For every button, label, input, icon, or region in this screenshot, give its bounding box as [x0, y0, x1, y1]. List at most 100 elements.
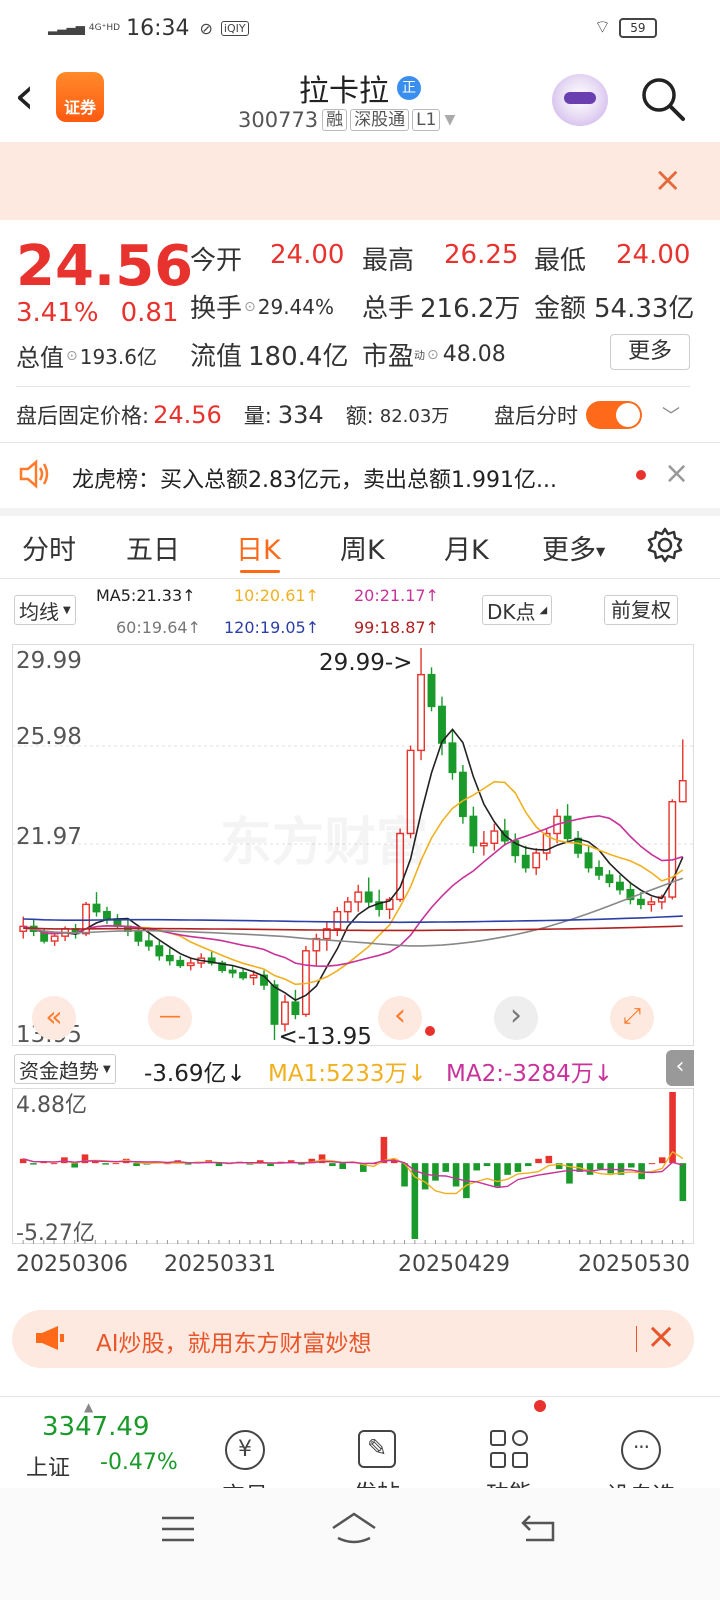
candle-body	[584, 852, 593, 869]
battery-icon: 59	[618, 17, 657, 38]
turnover-cell[interactable]: 换手 ⊙ 29.44%	[190, 288, 334, 325]
low-label: 最低	[534, 246, 587, 276]
fund-bar	[329, 1163, 336, 1167]
float-value: 180.4亿	[248, 342, 349, 372]
ma-selector[interactable]: 均线 ▼	[14, 595, 76, 625]
period-tabs: 分时 五日 日K 周K 月K 更多▼	[0, 526, 720, 573]
tab-intraday[interactable]: 分时	[22, 528, 76, 567]
fund-bar	[514, 1163, 522, 1172]
candle-body	[281, 1001, 289, 1025]
fund-trend-selector[interactable]: 资金趋势 ▼	[14, 1054, 116, 1084]
ma120-value: 120:19.05↑	[224, 618, 320, 637]
fund-bar	[648, 1163, 656, 1165]
stock-code-row[interactable]: 300773 融 深股通 L1 ▼	[238, 108, 455, 132]
tab-weekly-k[interactable]: 周K	[340, 528, 385, 567]
tab-monthly-k[interactable]: 月K	[444, 528, 489, 567]
collapse-panel-button[interactable]: ‹	[666, 1050, 694, 1086]
candle-body	[458, 771, 467, 818]
fund-bar	[421, 1163, 429, 1190]
ad-divider	[636, 1326, 637, 1352]
settings-gear-icon[interactable]	[646, 526, 684, 571]
chart-prev-button[interactable]: «	[32, 996, 76, 1040]
pe-cell[interactable]: 市盈 动 ⊙ 48.08	[362, 336, 506, 373]
candle-body	[595, 867, 603, 876]
dragon-list-text[interactable]: 龙虎榜：买入总额2.83亿元，卖出总额1.991亿...	[72, 462, 622, 494]
tab-more-label: 更多	[542, 535, 596, 566]
divider	[0, 442, 720, 443]
info-icon: ⊙	[66, 347, 78, 364]
divider	[0, 578, 720, 579]
fund-bar	[102, 1163, 109, 1165]
candle-body	[50, 935, 59, 942]
turnover-value: 29.44%	[257, 294, 335, 319]
fund-y-top: 4.88亿	[16, 1093, 87, 1118]
candle-body	[417, 673, 425, 752]
fund-bar	[442, 1163, 450, 1172]
close-icon[interactable]: ×	[664, 456, 689, 491]
candle-body	[521, 854, 530, 869]
fund-bar	[133, 1163, 140, 1167]
candle-body	[186, 962, 195, 967]
chart-zoom-out-button[interactable]: —	[148, 996, 192, 1040]
adjust-selector[interactable]: 前复权	[604, 595, 678, 625]
tab-five-day[interactable]: 五日	[126, 528, 180, 567]
turnover-label: 换手	[190, 294, 243, 324]
ma60-value: 60:19.64↑	[116, 618, 201, 637]
fund-bar	[339, 1163, 346, 1169]
ad-text: AI炒股，就用东方财富妙想	[96, 1331, 372, 1357]
fund-bar	[586, 1163, 594, 1175]
open-value: 24.00	[270, 240, 345, 270]
mcap-label: 总值	[16, 344, 64, 372]
back-nav-icon[interactable]	[520, 1512, 558, 1548]
close-icon[interactable]: ×	[646, 1316, 676, 1357]
chevron-down-icon[interactable]: ﹀	[662, 402, 680, 428]
close-icon[interactable]: ×	[654, 160, 683, 200]
more-dots-icon: ···	[621, 1430, 661, 1470]
mcap-value: 193.6亿	[79, 345, 157, 369]
grid-apps-icon	[490, 1430, 528, 1468]
after-hours-toggle-label: 盘后分时	[494, 404, 578, 428]
fund-bar	[61, 1157, 68, 1164]
price-change: 3.41% 0.81	[16, 298, 179, 328]
chart-expand-button[interactable]: ⤢	[610, 996, 654, 1040]
fund-bar	[494, 1163, 501, 1187]
fund-flow-chart[interactable]: 4.88亿 -5.27亿	[12, 1088, 694, 1244]
y-tick-label: 25.98	[16, 724, 82, 750]
fund-bar	[215, 1163, 223, 1167]
index-name[interactable]: 上证	[26, 1450, 70, 1482]
volume-value: 216.2万	[420, 294, 521, 324]
divider	[0, 1396, 720, 1397]
candle-body	[134, 930, 143, 942]
ai-ad-banner[interactable]: AI炒股，就用东方财富妙想 ×	[12, 1310, 694, 1368]
chart-right-button[interactable]: ›	[494, 996, 538, 1040]
candle-body	[354, 891, 363, 903]
menu-icon[interactable]	[160, 1514, 196, 1548]
tab-more[interactable]: 更多▼	[542, 528, 605, 567]
watermark: 东方财富	[220, 800, 428, 875]
robot-assistant-icon[interactable]	[552, 74, 608, 126]
candle-body	[155, 945, 164, 957]
fund-bar	[597, 1163, 604, 1169]
fund-bar	[545, 1155, 553, 1164]
index-change[interactable]: -0.47%	[100, 1450, 178, 1475]
home-icon[interactable]	[330, 1510, 378, 1550]
after-hours-toggle[interactable]	[586, 401, 642, 429]
search-icon[interactable]	[640, 76, 686, 126]
candle-body	[165, 954, 174, 962]
fund-bar	[504, 1163, 511, 1175]
promo-banner: ×	[0, 142, 720, 220]
volume-label: 总手	[362, 294, 415, 324]
fund-bar	[679, 1163, 687, 1202]
more-button[interactable]: 更多	[610, 334, 690, 370]
chart-left-button[interactable]: ‹	[378, 996, 422, 1040]
fund-ma1-line	[23, 1150, 684, 1195]
status-bar: ▂▃▄▅ 4G⁺HD 16:34 ⊘ iQIY	[48, 14, 249, 42]
tab-daily-k[interactable]: 日K	[236, 528, 281, 567]
fund-bar	[535, 1158, 542, 1164]
index-value[interactable]: 3347.49	[42, 1412, 150, 1442]
dk-point-selector[interactable]: DK点 ◢	[482, 595, 553, 625]
candle-body	[563, 815, 572, 840]
fund-bar	[380, 1136, 388, 1164]
candle-body	[343, 901, 352, 913]
market-cap-cell[interactable]: 总值 ⊙ 193.6亿	[16, 338, 157, 373]
